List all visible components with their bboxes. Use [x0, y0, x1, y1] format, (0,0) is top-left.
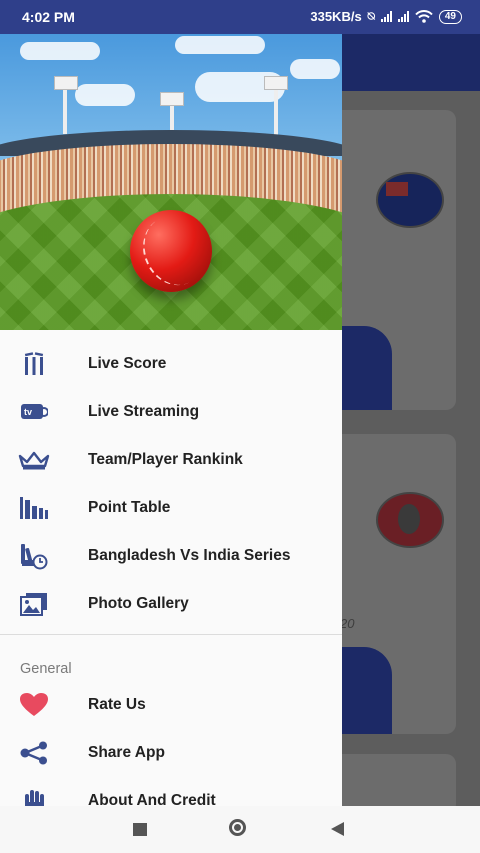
menu-item-series[interactable]: Bangladesh Vs India Series [0, 532, 342, 580]
menu-item-label: Live Score [88, 355, 167, 372]
menu-item-label: Point Table [88, 499, 171, 516]
recent-apps-icon[interactable] [133, 823, 147, 836]
svg-text:tv: tv [24, 407, 32, 417]
match-date-fragment: 20 [340, 616, 355, 631]
cricket-ball-icon [130, 210, 212, 292]
drawer-header-image [0, 34, 342, 330]
bar-chart-icon [18, 494, 50, 522]
menu-item-about[interactable]: About And Credit [0, 777, 342, 806]
menu-item-label: Bangladesh Vs India Series [88, 547, 291, 564]
network-speed: 335KB/s [310, 9, 362, 24]
wifi-icon [415, 10, 433, 23]
status-bar: 4:02 PM 335KB/s ⍉ 49 [0, 0, 480, 34]
photo-gallery-icon [18, 590, 50, 618]
crown-icon [18, 446, 50, 474]
status-time: 4:02 PM [22, 9, 75, 25]
tv-icon: tv [18, 398, 50, 426]
signal-icon [380, 11, 392, 22]
battery-icon: 49 [438, 9, 462, 24]
heart-icon [18, 691, 50, 719]
share-icon [18, 739, 50, 767]
menu-item-share-app[interactable]: Share App [0, 729, 342, 777]
menu-item-label: Share App [88, 744, 165, 761]
status-indicators: 335KB/s ⍉ 49 [310, 9, 462, 24]
home-icon[interactable] [229, 819, 246, 836]
menu-item-label: Rate Us [88, 696, 146, 713]
menu-item-point-table[interactable]: Point Table [0, 484, 342, 532]
menu-item-rate-us[interactable]: Rate Us [0, 681, 342, 729]
section-title-general: General [20, 661, 72, 677]
system-navigation-bar [0, 806, 480, 853]
menu-item-photo-gallery[interactable]: Photo Gallery [0, 580, 342, 628]
menu-item-live-score[interactable]: Live Score [0, 340, 342, 388]
team-flag-icon [376, 172, 444, 228]
menu-item-label: Team/Player Rankink [88, 451, 243, 468]
navigation-drawer: Live Score tv Live Streaming Team/Player… [0, 34, 342, 806]
alarm-icon: ⍉ [367, 9, 375, 23]
cricket-stumps-icon [18, 350, 50, 378]
menu-item-label: Live Streaming [88, 403, 200, 420]
menu-item-live-streaming[interactable]: tv Live Streaming [0, 388, 342, 436]
menu-item-ranking[interactable]: Team/Player Rankink [0, 436, 342, 484]
bat-clock-icon [18, 542, 50, 570]
drawer-menu: Live Score tv Live Streaming Team/Player… [0, 340, 342, 806]
signal-icon [397, 11, 409, 22]
back-icon[interactable] [331, 822, 344, 836]
menu-item-label: About And Credit [88, 792, 216, 806]
hand-icon [18, 787, 50, 806]
team-logo-icon [376, 492, 444, 548]
menu-item-label: Photo Gallery [88, 595, 189, 612]
